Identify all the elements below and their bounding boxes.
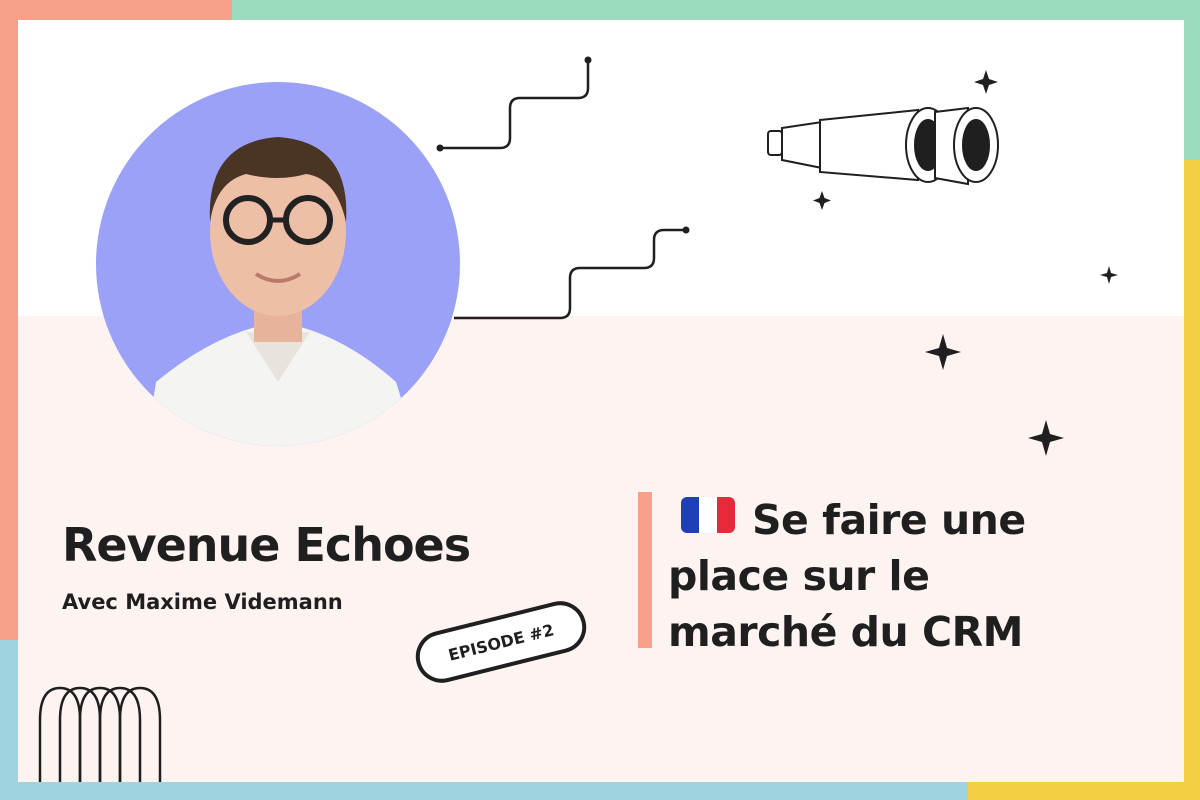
episode-title-line-1: Se faire une: [752, 496, 1026, 544]
show-title: Revenue Echoes: [62, 518, 471, 572]
stairs-line-icon: [436, 56, 690, 320]
arches-icon: [38, 686, 162, 782]
show-subtitle: Avec Maxime Videmann: [62, 590, 343, 614]
episode-title-line-2: place sur le: [668, 552, 930, 600]
binoculars-icon: [767, 106, 999, 186]
guest-portrait-photo: [96, 82, 460, 446]
france-flag-icon: [681, 497, 735, 533]
guest-avatar: [96, 82, 460, 446]
episode-title-line-3: marché du CRM: [668, 608, 1023, 656]
accent-bar: [638, 492, 652, 648]
episode-badge-label: EPISODE #2: [446, 619, 556, 665]
